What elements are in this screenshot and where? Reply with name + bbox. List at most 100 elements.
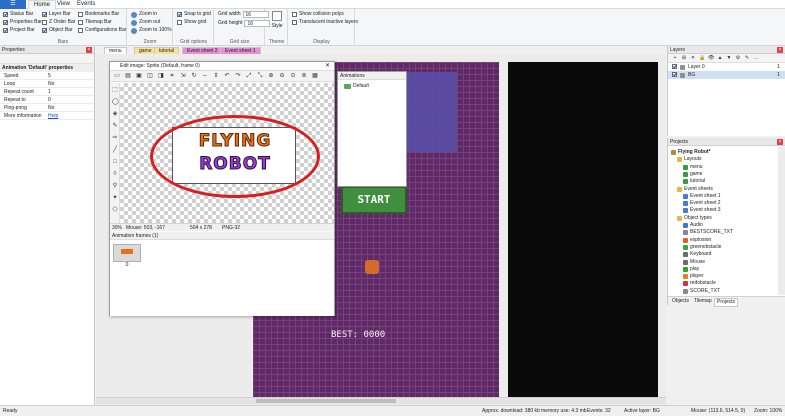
animation-item-default[interactable]: Default [344,83,369,90]
fill-bucket-icon[interactable]: ◊ [112,171,118,177]
application-menu-button[interactable]: ☰ [0,0,26,9]
snap-to-grid-toggle[interactable]: Snap to grid [177,11,211,18]
close-icon[interactable]: × [777,47,783,53]
new-icon[interactable]: ▭ [113,73,121,80]
object-type-item[interactable]: Audio [683,222,703,229]
lock-icon[interactable]: 🔒 [699,55,705,61]
tab-event-sheet-1[interactable]: Event sheet 1 [220,47,261,54]
object-type-item[interactable]: Mouse [683,259,705,266]
property-row[interactable]: Repeat count 1 [0,88,94,96]
tab-menu[interactable]: menu [104,47,127,54]
rotate-icon[interactable]: ↻ [190,73,198,80]
layout-item[interactable]: menu [683,164,703,171]
title-logo-sprite[interactable] [401,72,457,152]
crop-icon[interactable]: ⌗ [168,73,176,80]
rectangle-icon[interactable]: □ [112,159,118,165]
style-brush-icon[interactable] [272,11,282,21]
undo-icon[interactable]: ↶ [223,73,231,80]
project-root[interactable]: Flying Robot* [671,149,711,156]
layer-bar-toggle[interactable]: Layer Bar [42,11,71,18]
object-type-item[interactable]: explosion [683,237,711,244]
projects-scrollbar[interactable] [778,147,785,295]
zoom-in-icon[interactable]: ⊕ [267,73,275,80]
resize-icon[interactable]: ⇲ [179,73,187,80]
redo-icon[interactable]: ↷ [234,73,242,80]
move-up-icon[interactable]: ▲ [717,55,723,61]
translucent-layers-toggle[interactable]: Translucent inactive layers [292,19,358,26]
zoom-100-button[interactable]: Zoom to 100% [131,27,172,34]
paste-icon[interactable]: ◨ [157,73,165,80]
bookmarks-bar-toggle[interactable]: Bookmarks Bar [78,11,119,18]
property-row[interactable]: Loop No [0,80,94,88]
folder-event-sheets[interactable]: Event sheets [677,186,713,193]
property-row[interactable]: More information Help [0,112,94,120]
more-icon[interactable]: … [753,55,759,61]
fill-icon[interactable]: ◈ [112,111,118,117]
eyedropper-icon[interactable]: ⚲ [112,183,118,189]
folder-object-types[interactable]: Object types [677,215,712,222]
property-value[interactable]: No [46,104,94,111]
panel-tab-objects[interactable]: Objects [670,298,691,305]
flip-v-icon[interactable]: ⇕ [212,73,220,80]
frame-thumbnail[interactable] [113,244,141,262]
object-type-item[interactable]: greenobstacle [683,244,721,251]
object-bar-toggle[interactable]: Object Bar [42,27,73,34]
event-sheet-item[interactable]: Event sheet 1 [683,193,721,200]
save-icon[interactable]: ▣ [135,73,143,80]
property-value[interactable]: 0 [46,96,94,103]
panel-tab-projects[interactable]: Projects [714,298,739,307]
copy-icon[interactable]: ◫ [146,73,154,80]
brush-icon[interactable]: ✑ [112,135,118,141]
layout-item[interactable]: tutorial [683,178,705,185]
show-collision-polys-toggle[interactable]: Show collision polys [292,11,344,18]
object-type-item[interactable]: redobstacle [683,280,716,287]
panel-tab-tilemap[interactable]: Tilemap [692,298,714,305]
start-button-sprite[interactable]: START [341,186,407,214]
checkbox-icon[interactable] [672,64,677,69]
object-type-item[interactable]: Keyboard [683,251,711,258]
shrink-icon[interactable]: ⤡ [256,73,264,80]
status-bar-toggle[interactable]: Status Bar [3,11,33,18]
add-layer-icon[interactable]: + [672,55,678,61]
layout-item[interactable]: game [683,171,703,178]
tab-tutorial[interactable]: tutorial [154,47,180,54]
tab-events[interactable]: Events [72,0,100,9]
preview-icon[interactable]: ▦ [311,73,319,80]
zoom-out-icon[interactable]: ⊖ [278,73,286,80]
property-row[interactable]: Speed 5 [0,72,94,80]
property-row[interactable]: Repeat to 0 [0,96,94,104]
scrollbar-thumb[interactable] [256,399,396,403]
visibility-icon[interactable]: 👁 [708,55,714,61]
project-bar-toggle[interactable]: Project Bar [3,27,35,34]
checkbox-icon[interactable] [672,72,677,77]
expand-icon[interactable]: ⤢ [245,73,253,80]
tab-event-sheet-2[interactable]: Event sheet 2 [182,47,223,54]
close-icon[interactable]: × [777,139,783,145]
property-value[interactable]: Help [46,112,94,119]
object-type-item[interactable]: play [683,266,699,273]
zoom-fit-icon[interactable]: ⊙ [289,73,297,80]
close-icon[interactable]: ✕ [325,62,330,71]
open-icon[interactable]: ▤ [124,73,132,80]
grid-width-input[interactable]: 16 [242,11,269,18]
configurations-bar-toggle[interactable]: Configurations Bar [78,27,126,34]
folder-layouts[interactable]: Layouts [677,156,702,163]
property-value[interactable]: 5 [46,72,94,79]
show-grid-toggle[interactable]: Show grid [177,19,206,26]
object-type-item[interactable]: BESTSCORE_TXT [683,229,733,236]
event-sheet-item[interactable]: Event sheet 3 [683,207,721,214]
pencil-icon[interactable]: ✎ [112,123,118,129]
property-value[interactable]: 1 [46,88,94,95]
select-ellipse-icon[interactable]: ◯ [112,99,119,105]
layer-row[interactable]: Layer 0 1 [668,63,785,71]
move-down-icon[interactable]: ▼ [726,55,732,61]
property-row[interactable]: Ping-pong No [0,104,94,112]
layer-settings-icon[interactable]: ⚙ [735,55,741,61]
zoom-in-button[interactable]: Zoom in [131,11,157,18]
player-robot-sprite[interactable] [365,260,379,274]
properties-bar-toggle[interactable]: Properties Bar [3,19,42,26]
delete-layer-icon[interactable]: ✕ [690,55,696,61]
line-icon[interactable]: ╱ [112,147,118,153]
property-value[interactable]: No [46,80,94,87]
sublayer-icon[interactable]: ⊞ [681,55,687,61]
